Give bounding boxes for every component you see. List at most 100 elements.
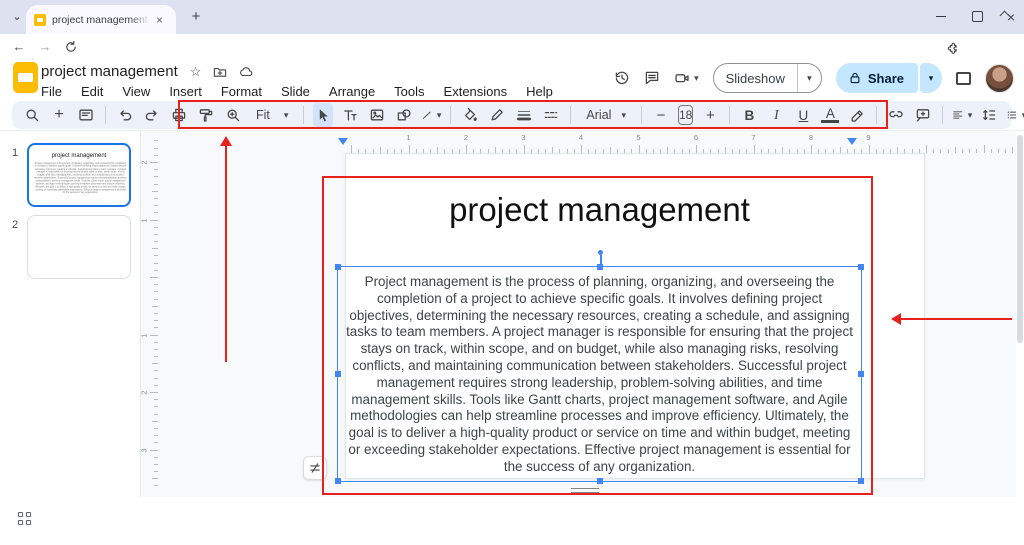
history-icon — [615, 71, 629, 85]
tab-title: project management - Google S — [52, 13, 150, 26]
version-history-button[interactable] — [614, 70, 630, 86]
move-to-folder-icon[interactable] — [213, 65, 227, 79]
browser-window: ⌄ project management - Google S × + × ← … — [0, 0, 1024, 545]
bulleted-list-button[interactable]: ▾ — [1006, 103, 1024, 127]
tab-close-button[interactable]: × — [156, 13, 163, 27]
menus-search-button[interactable] — [22, 103, 42, 127]
ruler-number: 8 — [808, 133, 814, 142]
slide-thumbnail-1[interactable]: project management Project management is… — [27, 143, 131, 207]
thumbnail-title: project management — [51, 153, 107, 159]
insert-link-button[interactable] — [886, 103, 906, 127]
ruler-number: 1 — [139, 217, 149, 223]
filmstrip: 1 project management Project management … — [0, 131, 141, 498]
new-slide-button[interactable]: + — [49, 103, 69, 127]
redo-button[interactable] — [142, 103, 162, 127]
speaker-notes-bar: Click to add speaker notes — [0, 497, 1024, 545]
ruler-number: 6 — [693, 133, 699, 142]
horizontal-ruler: 1 2 3 4 5 6 7 8 9 — [158, 133, 1014, 153]
ruler-number: 3 — [521, 133, 526, 142]
line-spacing-button[interactable] — [979, 103, 999, 127]
window-maximize-button[interactable] — [960, 0, 994, 33]
layout-icon — [79, 109, 93, 121]
reload-button[interactable] — [62, 38, 80, 56]
ruler-number: 1 — [139, 332, 149, 338]
video-camera-icon — [675, 74, 689, 83]
menu-file[interactable]: File — [39, 83, 64, 100]
browser-titlebar: ⌄ project management - Google S × + × — [0, 0, 1024, 34]
menu-insert[interactable]: Insert — [167, 83, 204, 100]
hide-menus-icon[interactable] — [956, 71, 971, 85]
star-document-icon[interactable]: ☆ — [190, 64, 202, 80]
vertical-scrollbar[interactable] — [1017, 135, 1023, 343]
comments-button[interactable] — [644, 70, 660, 86]
chevron-down-icon: ⌄ — [12, 11, 22, 23]
slide-number: 2 — [12, 219, 19, 231]
browser-address-bar: ← → docs.google.com/presentation/d/1hFh6… — [0, 34, 1024, 89]
align-button[interactable]: ▾ — [952, 103, 972, 127]
annotation-rect-slide — [322, 176, 873, 495]
ruler-number: 7 — [751, 133, 756, 142]
cloud-saved-icon[interactable] — [239, 65, 253, 79]
slides-favicon-icon — [34, 13, 46, 26]
menu-format[interactable]: Format — [219, 83, 264, 100]
forward-button[interactable]: → — [36, 38, 54, 56]
reload-icon — [66, 40, 76, 52]
annotation-arrow-up — [220, 136, 232, 362]
document-title[interactable]: project management — [41, 63, 178, 80]
puzzle-icon — [947, 42, 957, 54]
vertical-ruler: 2 1 1 2 3 — [139, 131, 158, 491]
menu-extensions[interactable]: Extensions — [442, 83, 510, 100]
ruler-number: 2 — [139, 160, 149, 165]
align-icon — [953, 111, 963, 119]
window-minimize-button[interactable] — [924, 0, 958, 33]
line-spacing-icon — [983, 109, 996, 121]
thumbnail-body: Project management is the process of pla… — [34, 162, 127, 195]
menu-bar: File Edit View Insert Format Slide Arrange Tool… — [39, 83, 555, 100]
indent-marker-left[interactable] — [338, 138, 348, 145]
menu-edit[interactable]: Edit — [79, 83, 105, 100]
menu-tools[interactable]: Tools — [392, 83, 426, 100]
annotation-rect-toolbar — [178, 100, 888, 129]
comment-icon — [645, 71, 659, 85]
slideshow-button[interactable]: Slideshow ▾ — [712, 63, 822, 93]
share-button[interactable]: Share — [835, 63, 918, 93]
menu-help[interactable]: Help — [524, 83, 555, 100]
ruler-number: 4 — [578, 133, 584, 142]
undo-button[interactable] — [115, 103, 135, 127]
slides-header: project management ☆ File Edit View Insert F… — [0, 57, 1024, 100]
collapse-toolbar-button[interactable] — [1000, 9, 1010, 19]
ruler-number: 9 — [866, 133, 871, 142]
add-comment-icon — [917, 109, 930, 122]
ruler-number: 2 — [139, 390, 149, 395]
annotation-arrow-left — [891, 313, 1012, 325]
ruler-number: 3 — [139, 447, 149, 453]
ruler-number: 5 — [636, 133, 641, 142]
search-icon — [26, 109, 39, 122]
menu-slide[interactable]: Slide — [279, 83, 312, 100]
back-button[interactable]: ← — [10, 38, 28, 56]
meet-button[interactable]: ▾ — [674, 70, 699, 86]
share-dropdown[interactable]: ▾ — [920, 63, 942, 93]
redo-icon — [145, 110, 157, 121]
insert-comment-button[interactable] — [913, 103, 933, 127]
ruler-number: 1 — [406, 133, 411, 142]
slide-thumbnail-2[interactable] — [27, 215, 131, 279]
lock-icon — [850, 72, 860, 84]
menu-view[interactable]: View — [120, 83, 152, 100]
account-avatar[interactable] — [985, 63, 1014, 93]
bulleted-list-icon — [1008, 111, 1017, 119]
autofit-icon — [310, 463, 320, 473]
undo-icon — [120, 110, 132, 121]
tab-search-button[interactable]: ⌄ — [8, 8, 26, 26]
new-tab-button[interactable]: + — [186, 7, 206, 27]
indent-marker-right[interactable] — [847, 138, 857, 145]
grid-view-button[interactable] — [18, 512, 31, 525]
slide-number: 1 — [12, 147, 19, 159]
slideshow-dropdown[interactable]: ▾ — [796, 64, 821, 92]
slides-logo-icon[interactable] — [13, 62, 38, 93]
extensions-button[interactable] — [945, 38, 963, 56]
slide-layout-button[interactable] — [76, 103, 96, 127]
link-icon — [889, 111, 903, 118]
menu-arrange[interactable]: Arrange — [327, 83, 377, 100]
browser-tab[interactable]: project management - Google S × — [26, 5, 176, 34]
